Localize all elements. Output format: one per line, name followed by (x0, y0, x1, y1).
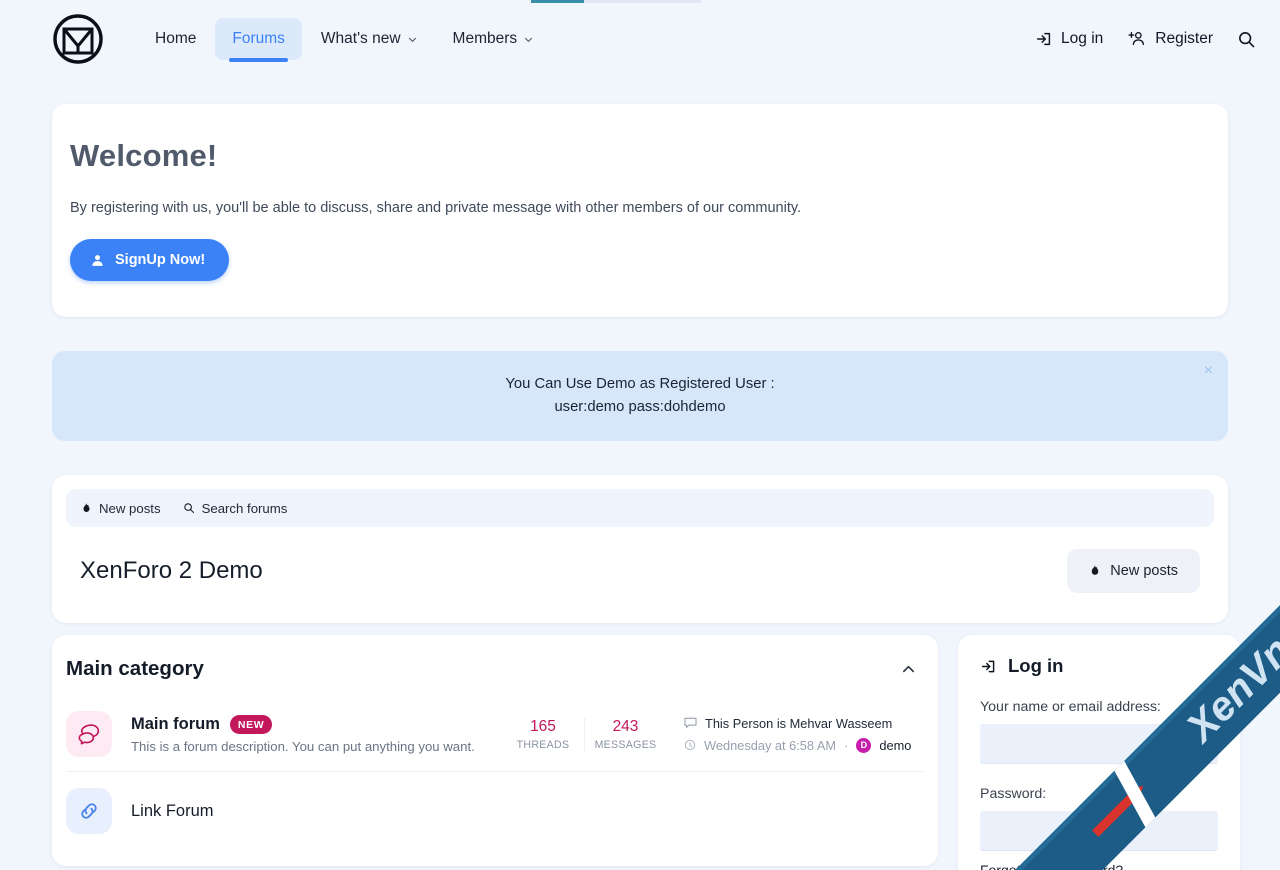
signup-now-button[interactable]: SignUp Now! (70, 239, 230, 281)
sidebar-column: Log in Your name or email address: Passw… (958, 635, 1240, 870)
forum-list-header-card: New posts Search forums XenForo 2 Demo N… (52, 475, 1228, 623)
clock-icon (684, 739, 696, 751)
user-plus-icon (1127, 30, 1147, 48)
search-button[interactable] (1237, 30, 1256, 49)
link-icon (66, 788, 112, 834)
forum-info: Link Forum (131, 802, 924, 821)
flame-icon (1089, 564, 1101, 578)
nav-item-whats-new[interactable]: What's new (304, 18, 434, 60)
register-link-label: Register (1155, 30, 1213, 47)
nav-item-label: Members (452, 30, 518, 47)
page-title-row: XenForo 2 Demo New posts (66, 527, 1214, 623)
forum-name-link[interactable]: Main forum (131, 715, 220, 734)
comment-icon (684, 717, 697, 729)
last-post-user[interactable]: demo (879, 738, 911, 753)
chevron-down-icon (524, 35, 533, 44)
stat-value: 165 (530, 717, 556, 735)
page-load-progress-fill (531, 0, 584, 3)
nav-item-home[interactable]: Home (138, 18, 213, 60)
stat-label: THREADS (516, 738, 570, 751)
register-link[interactable]: Register (1127, 30, 1213, 48)
login-password-label: Password: (980, 786, 1047, 802)
nav-item-forums[interactable]: Forums (215, 18, 302, 62)
chevron-down-icon (408, 35, 417, 44)
forum-description: This is a forum description. You can put… (131, 738, 475, 754)
search-icon (183, 502, 195, 514)
site-header: Home Forums What's new Members Log in Re… (0, 0, 1280, 78)
welcome-card: Welcome! By registering with us, you'll … (52, 104, 1228, 317)
stat-messages: 243 MESSAGES (584, 717, 666, 751)
chevron-up-icon (901, 662, 916, 677)
last-post-title-line: This Person is Mehvar Wasseem (684, 716, 924, 731)
forum-row[interactable]: Main forum NEW This is a forum descripti… (66, 701, 924, 771)
login-arrow-icon (1035, 30, 1053, 48)
demo-notice-line-1: You Can Use Demo as Registered User : (505, 376, 775, 393)
stat-threads: 165 THREADS (502, 718, 584, 751)
category-collapse-button[interactable] (901, 662, 916, 677)
page-load-progress-track (531, 0, 701, 3)
subnav-search-forums[interactable]: Search forums (183, 500, 288, 516)
avatar[interactable]: D (856, 737, 872, 753)
user-icon (90, 253, 105, 268)
page-title: XenForo 2 Demo (80, 557, 263, 584)
category-header: Main category (52, 635, 938, 701)
login-sidebar-card: Log in Your name or email address: Passw… (958, 635, 1240, 870)
subnav-label: Search forums (201, 500, 288, 516)
subnav-new-posts[interactable]: New posts (81, 501, 161, 516)
forum-and-sidebar: Main category Main forum NEW This is a f… (52, 635, 1240, 870)
last-post-title[interactable]: This Person is Mehvar Wasseem (705, 716, 892, 731)
last-post-time: Wednesday at 6:58 AM (704, 737, 837, 753)
welcome-title: Welcome! (70, 138, 218, 173)
forum-name-link[interactable]: Link Forum (131, 802, 214, 821)
forgot-password-link[interactable]: Forgot your password? (980, 862, 1218, 870)
login-link-label: Log in (1061, 30, 1104, 47)
flame-icon (81, 502, 92, 515)
nav-item-label: What's new (320, 30, 401, 47)
demo-notice: You Can Use Demo as Registered User : us… (52, 351, 1228, 441)
welcome-description: By registering with us, you'll be able t… (70, 200, 802, 216)
main-navigation: Home Forums What's new Members (138, 18, 551, 62)
search-icon (1237, 30, 1256, 49)
chat-bubbles-icon (66, 711, 112, 757)
status-badge: NEW (229, 714, 273, 734)
nav-item-members[interactable]: Members (436, 18, 551, 60)
forum-subnav: New posts Search forums (66, 489, 1214, 527)
forum-row[interactable]: Link Forum (66, 771, 924, 852)
signup-now-label: SignUp Now! (115, 252, 206, 268)
new-posts-button[interactable]: New posts (1067, 549, 1200, 593)
login-name-label: Your name or email address: (980, 699, 1161, 715)
forum-stats: 165 THREADS 243 MESSAGES (502, 717, 666, 751)
stat-label: MESSAGES (594, 738, 657, 751)
stat-value: 243 (612, 717, 639, 735)
last-post-meta-line: Wednesday at 6:58 AM · D demo (684, 737, 924, 753)
login-arrow-icon (980, 658, 997, 675)
login-password-input[interactable] (980, 811, 1218, 851)
header-actions: Log in Register (1035, 30, 1256, 49)
forum-last-post: This Person is Mehvar Wasseem Wednesday (684, 716, 924, 753)
close-icon[interactable]: × (1204, 362, 1213, 380)
category-title: Main category (66, 657, 204, 680)
demo-notice-text: You Can Use Demo as Registered User : us… (505, 373, 774, 419)
subnav-label: New posts (99, 500, 161, 516)
login-sidebar-heading: Log in (980, 655, 1218, 677)
login-link[interactable]: Log in (1035, 30, 1103, 48)
nav-item-label: Home (155, 30, 197, 47)
forum-info: Main forum NEW This is a forum descripti… (131, 714, 502, 754)
nav-item-label: Forums (232, 30, 285, 47)
category-main-category: Main category Main forum NEW This is a f… (52, 635, 938, 866)
login-sidebar-title: Log in (1008, 655, 1064, 676)
login-name-input[interactable] (980, 724, 1218, 764)
demo-notice-line-2: user:demo pass:dohdemo (554, 399, 726, 415)
new-posts-label: New posts (1110, 563, 1178, 579)
site-logo-icon[interactable] (52, 13, 104, 65)
category-body: Main forum NEW This is a forum descripti… (52, 701, 938, 866)
forum-column: Main category Main forum NEW This is a f… (52, 635, 938, 870)
last-post-separator: · (844, 737, 849, 753)
